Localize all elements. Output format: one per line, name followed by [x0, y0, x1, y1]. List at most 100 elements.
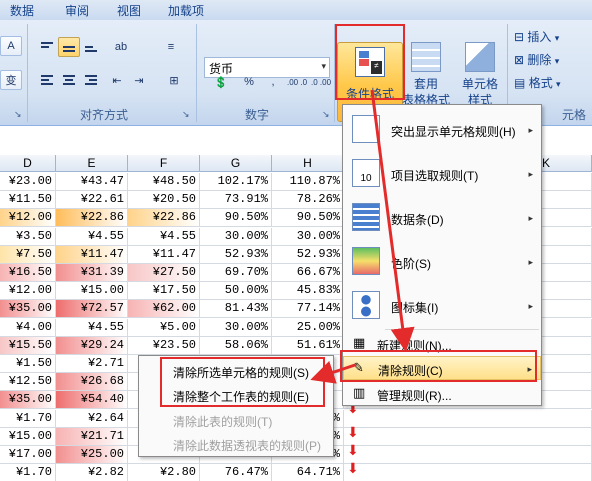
grid-cell[interactable]: ¥15.00: [56, 282, 128, 301]
grid-cell[interactable]: [344, 409, 592, 428]
menu-item-data-bars[interactable]: 数据条(D) ▸: [343, 197, 541, 237]
align-bottom-button[interactable]: [80, 37, 102, 57]
grid-cell[interactable]: ¥35.00: [0, 391, 56, 410]
grid-cell[interactable]: ¥17.00: [0, 446, 56, 464]
format-as-table-button[interactable]: 套用 表格格式: [402, 42, 450, 108]
comma-style-button[interactable]: ,: [262, 72, 284, 92]
grid-cell[interactable]: ¥11.47: [56, 245, 128, 264]
grid-cell[interactable]: ¥7.50: [0, 245, 56, 264]
grid-cell[interactable]: ¥22.61: [56, 191, 128, 210]
grid-cell[interactable]: ¥16.50: [0, 264, 56, 282]
grid-cell[interactable]: [344, 427, 592, 446]
grid-cell[interactable]: ¥2.64: [56, 409, 128, 428]
grid-cell[interactable]: 102.17%: [200, 173, 272, 191]
grid-cell[interactable]: ¥22.86: [56, 209, 128, 228]
wrap-text-button[interactable]: ≡: [160, 37, 182, 57]
menu-item-top-bottom-rules[interactable]: 10 项目选取规则(T) ▸: [343, 153, 541, 193]
insert-button[interactable]: ⊟ 插入 ▾: [514, 28, 559, 45]
grid-cell[interactable]: ¥2.80: [128, 464, 200, 481]
grid-cell[interactable]: 81.43%: [200, 300, 272, 319]
grid-cell[interactable]: ¥4.55: [56, 227, 128, 246]
cell-styles-button[interactable]: 单元格 样式: [456, 42, 504, 108]
font-group-launcher[interactable]: ↘: [14, 109, 22, 120]
menu-item-color-scales[interactable]: 色阶(S) ▸: [343, 241, 541, 281]
grid-cell[interactable]: 30.00%: [272, 227, 344, 246]
align-middle-button[interactable]: [58, 37, 80, 57]
align-top-button[interactable]: [36, 37, 58, 57]
grid-cell[interactable]: ¥11.47: [128, 245, 200, 264]
submenu-clear-table[interactable]: 清除此表的规则(T): [173, 413, 272, 430]
grid-cell[interactable]: 77.14%: [272, 300, 344, 319]
delete-button[interactable]: ⊠ 删除 ▾: [514, 51, 559, 68]
column-header-g[interactable]: G: [200, 155, 272, 172]
grid-cell[interactable]: ¥29.24: [56, 336, 128, 355]
grid-cell[interactable]: 50.00%: [200, 282, 272, 301]
grid-cell[interactable]: ¥1.70: [0, 409, 56, 428]
grid-cell[interactable]: ¥3.50: [0, 227, 56, 246]
grid-cell[interactable]: 66.67%: [272, 264, 344, 282]
submenu-clear-pivot[interactable]: 清除此数据透视表的规则(P): [173, 437, 321, 454]
grid-cell[interactable]: ¥21.71: [56, 427, 128, 446]
menu-item-manage-rules[interactable]: ▥ 管理规则(R)...: [343, 383, 541, 405]
grid-cell[interactable]: ¥4.00: [0, 318, 56, 337]
grid-cell[interactable]: ¥31.39: [56, 264, 128, 282]
tab-view[interactable]: 视图: [117, 2, 141, 19]
currency-button[interactable]: 💲: [206, 72, 236, 92]
tab-addins[interactable]: 加载项: [168, 2, 204, 19]
grid-cell[interactable]: 78.26%: [272, 191, 344, 210]
align-center-button[interactable]: [58, 70, 80, 90]
grid-cell[interactable]: ¥17.50: [128, 282, 200, 301]
grid-cell[interactable]: ¥25.00: [56, 446, 128, 464]
increase-decimal-button[interactable]: .00 .0: [286, 72, 308, 92]
grid-cell[interactable]: ¥1.50: [0, 355, 56, 373]
grid-cell[interactable]: 69.70%: [200, 264, 272, 282]
grid-cell[interactable]: 30.00%: [200, 227, 272, 246]
orientation-button[interactable]: ab: [106, 37, 136, 57]
grid-cell[interactable]: ¥48.50: [128, 173, 200, 191]
grid-cell[interactable]: ¥1.70: [0, 464, 56, 481]
grid-cell[interactable]: [344, 464, 592, 481]
column-header-f[interactable]: F: [128, 155, 200, 172]
grid-cell[interactable]: ¥4.55: [128, 227, 200, 246]
grid-cell[interactable]: ¥12.00: [0, 282, 56, 301]
grid-cell[interactable]: ¥11.50: [0, 191, 56, 210]
grid-cell[interactable]: ¥4.55: [56, 318, 128, 337]
align-group-launcher[interactable]: ↘: [182, 109, 190, 120]
grid-cell[interactable]: 90.50%: [200, 209, 272, 228]
align-left-button[interactable]: [36, 70, 58, 90]
column-header-h[interactable]: H: [272, 155, 344, 172]
grid-cell[interactable]: ¥12.50: [0, 373, 56, 392]
grid-cell[interactable]: 45.83%: [272, 282, 344, 301]
grid-cell[interactable]: 64.71%: [272, 464, 344, 481]
font-style-button[interactable]: 变: [0, 70, 22, 90]
grid-cell[interactable]: 25.00%: [272, 318, 344, 337]
grid-cell[interactable]: 52.93%: [200, 245, 272, 264]
percent-button[interactable]: %: [238, 72, 260, 92]
grid-cell[interactable]: [344, 446, 592, 464]
grid-cell[interactable]: ¥27.50: [128, 264, 200, 282]
grid-cell[interactable]: ¥54.40: [56, 391, 128, 410]
grid-cell[interactable]: ¥26.68: [56, 373, 128, 392]
grid-cell[interactable]: ¥15.50: [0, 336, 56, 355]
grid-cell[interactable]: 110.87%: [272, 173, 344, 191]
grid-cell[interactable]: ¥5.00: [128, 318, 200, 337]
format-cells-button[interactable]: ▤ 格式 ▾: [514, 74, 561, 91]
grid-cell[interactable]: 58.06%: [200, 336, 272, 355]
decrease-indent-button[interactable]: ⇤: [106, 70, 128, 90]
grid-cell[interactable]: ¥23.50: [128, 336, 200, 355]
align-right-button[interactable]: [80, 70, 102, 90]
menu-item-highlight-rules[interactable]: 突出显示单元格规则(H) ▸: [343, 109, 541, 149]
grid-cell[interactable]: 76.47%: [200, 464, 272, 481]
menu-item-icon-sets[interactable]: 图标集(I) ▸: [343, 285, 541, 325]
grid-cell[interactable]: ¥23.00: [0, 173, 56, 191]
grid-cell[interactable]: ¥35.00: [0, 300, 56, 319]
grid-cell[interactable]: ¥2.82: [56, 464, 128, 481]
number-group-launcher[interactable]: ↘: [322, 109, 330, 120]
grid-cell[interactable]: ¥12.00: [0, 209, 56, 228]
decrease-decimal-button[interactable]: .0 .00: [310, 72, 332, 92]
grid-cell[interactable]: 90.50%: [272, 209, 344, 228]
grid-cell[interactable]: ¥20.50: [128, 191, 200, 210]
tab-review[interactable]: 审阅: [65, 2, 89, 19]
grid-cell[interactable]: ¥15.00: [0, 427, 56, 446]
grid-cell[interactable]: ¥22.86: [128, 209, 200, 228]
